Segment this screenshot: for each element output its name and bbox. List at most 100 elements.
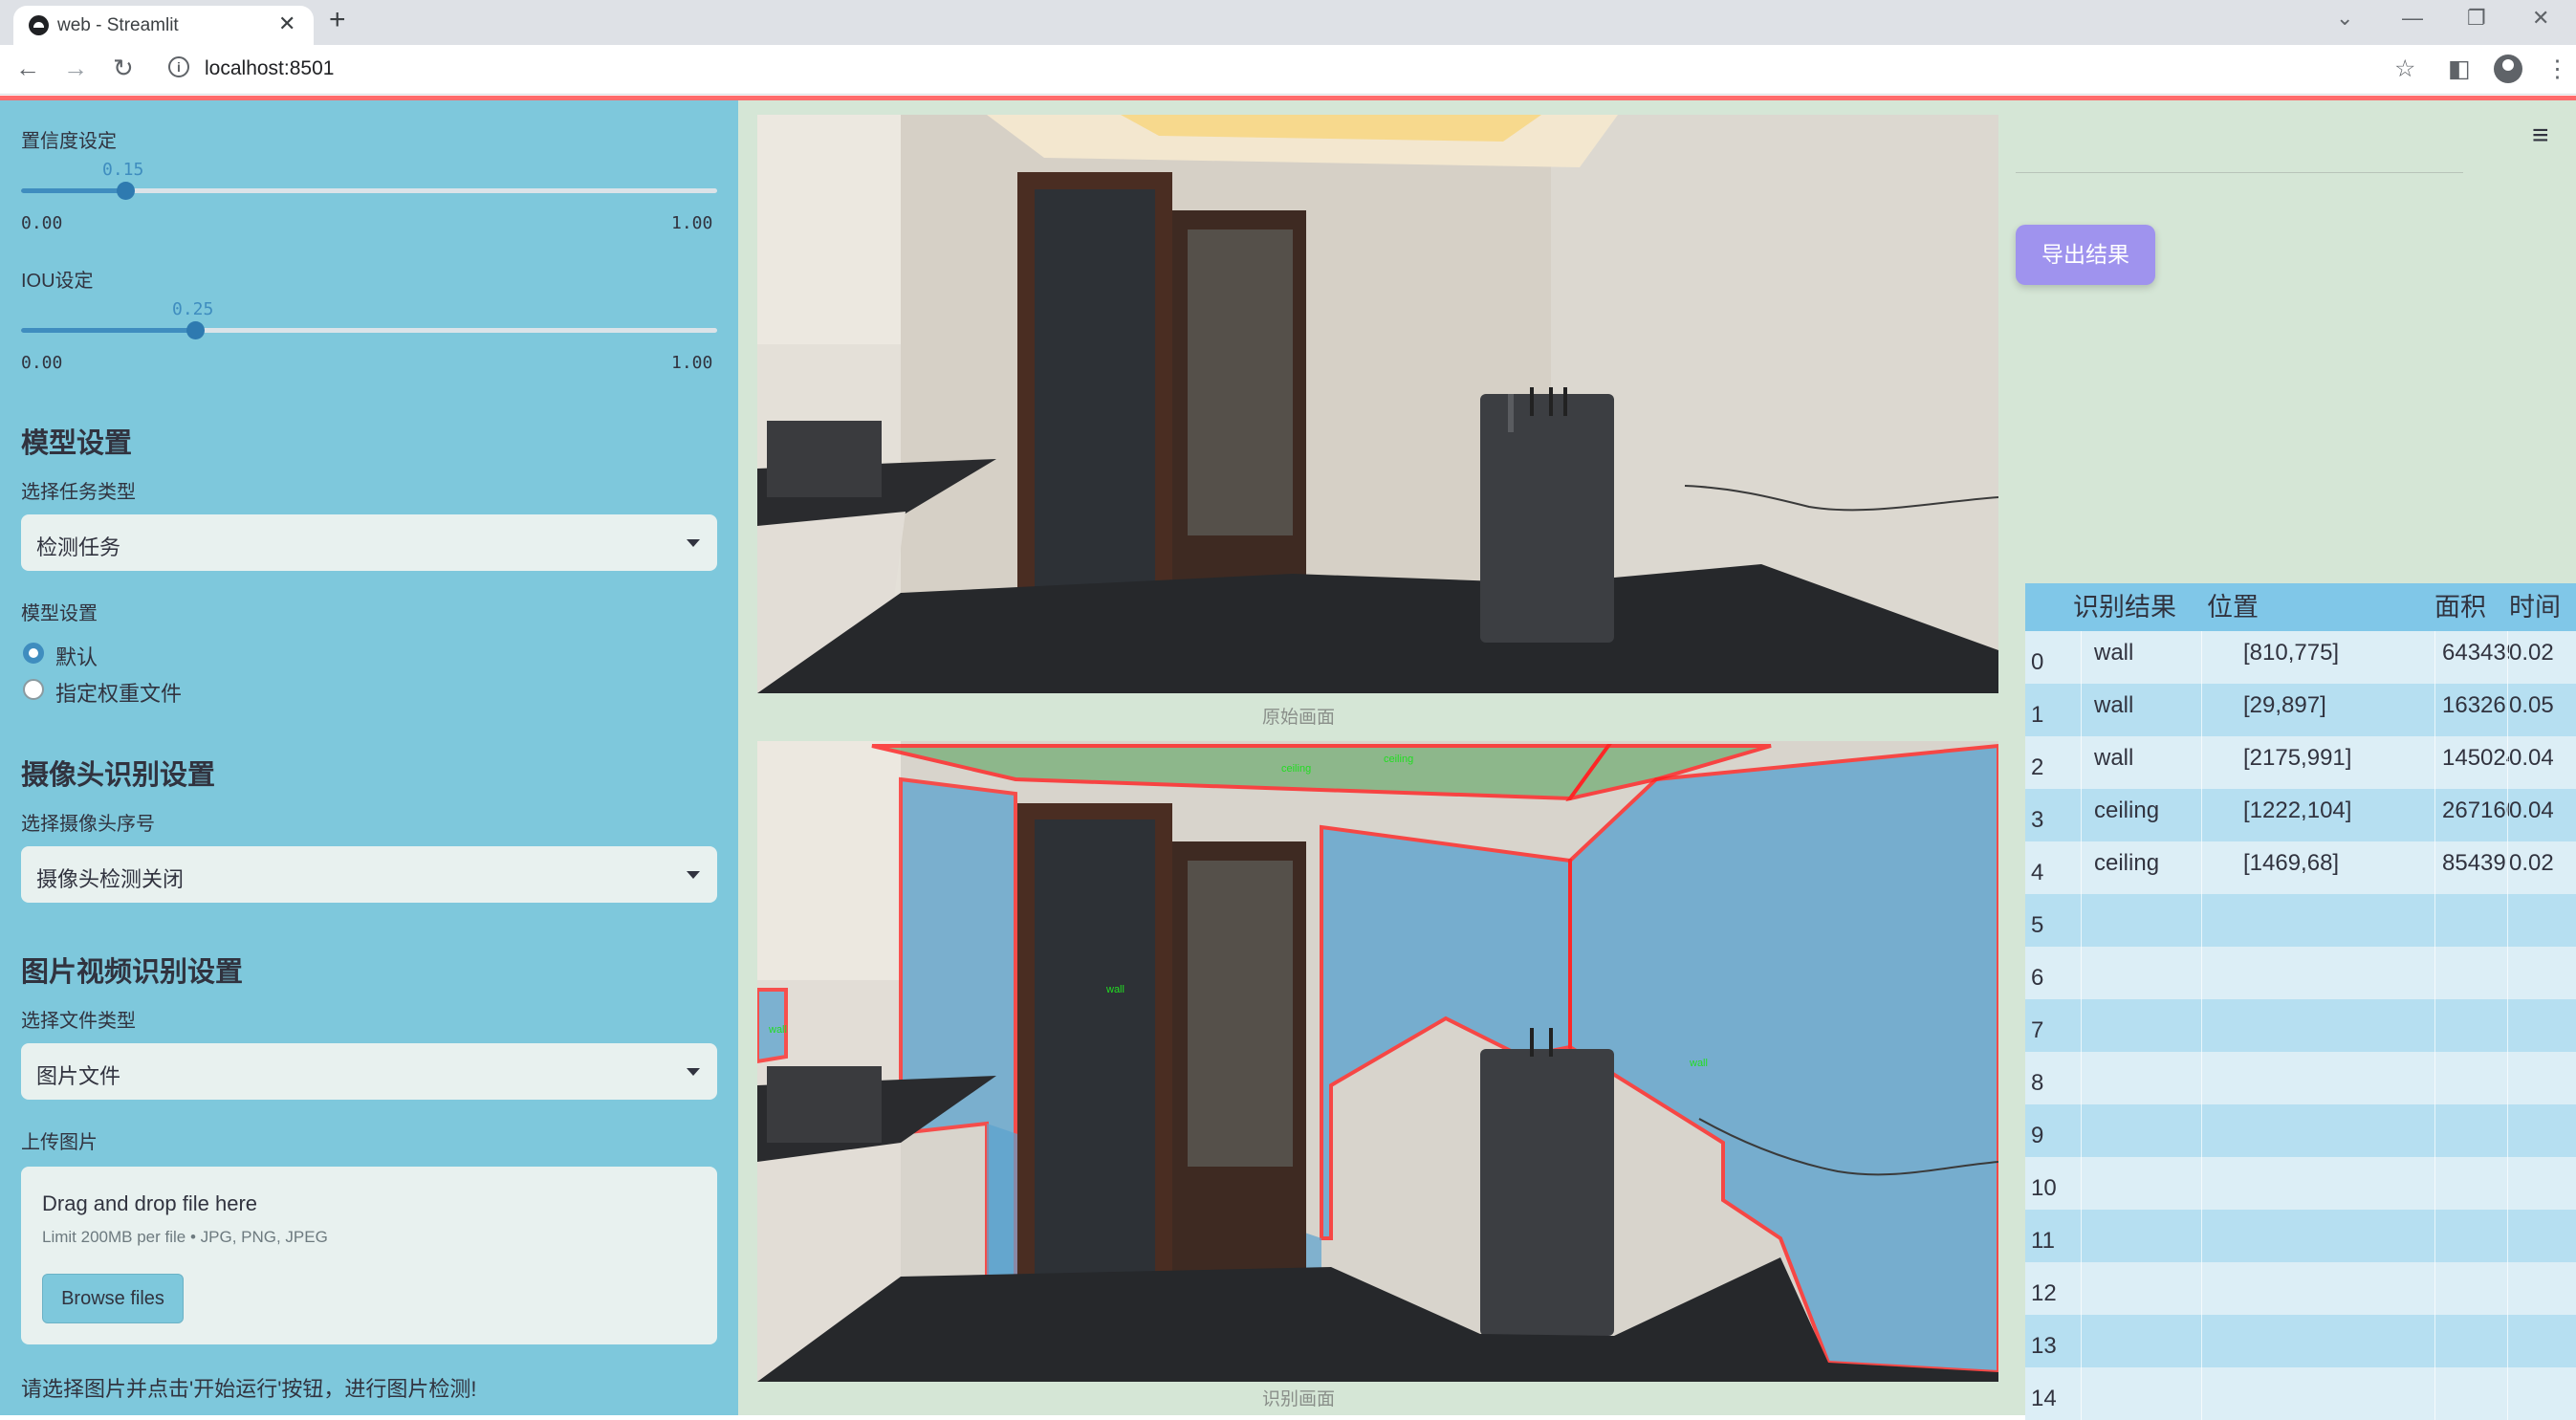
cell-position: [2175,991] <box>2243 745 2352 771</box>
cell-time <box>2509 1157 2576 1210</box>
reload-icon[interactable]: ↻ <box>113 54 134 83</box>
column-divider <box>2201 789 2202 841</box>
hamburger-menu-icon[interactable]: ≡ <box>2532 120 2549 152</box>
confidence-slider-thumb[interactable] <box>117 182 136 200</box>
result-caption: 识别画面 <box>1262 1389 1336 1409</box>
export-results-button[interactable]: 导出结果 <box>2016 225 2155 285</box>
table-row[interactable]: 9 <box>2025 1104 2576 1157</box>
cell-result <box>2094 1104 2199 1157</box>
address-bar[interactable]: localhost:8501 <box>205 57 334 80</box>
cell-time <box>2509 1262 2576 1315</box>
side-panel-icon[interactable]: ◧ <box>2448 55 2471 83</box>
browser-tab[interactable]: web - Streamlit ✕ <box>13 6 314 45</box>
table-row[interactable]: 11 <box>2025 1210 2576 1262</box>
browser-tab-bar: web - Streamlit ✕ + ⌄ — ❐ ✕ <box>0 0 2576 45</box>
tab-search-icon[interactable]: ⌄ <box>2336 6 2353 31</box>
table-row[interactable]: 6 <box>2025 947 2576 999</box>
header-area[interactable]: 面积 <box>2434 583 2501 631</box>
column-divider <box>2201 1104 2202 1157</box>
confidence-value: 0.15 <box>102 160 144 180</box>
column-divider <box>2201 1052 2202 1104</box>
column-divider <box>2081 684 2082 736</box>
column-divider <box>2507 1157 2508 1210</box>
browser-menu-icon[interactable]: ⋮ <box>2545 55 2569 83</box>
table-row[interactable]: 8 <box>2025 1052 2576 1104</box>
radio-custom-weights[interactable] <box>23 679 44 700</box>
camera-select[interactable]: 摄像头检测关闭 <box>21 846 717 903</box>
header-time[interactable]: 时间 <box>2509 583 2576 631</box>
cell-area <box>2442 1262 2509 1315</box>
row-index: 6 <box>2031 965 2044 991</box>
column-divider <box>2201 1262 2202 1315</box>
chevron-down-icon <box>687 1068 700 1076</box>
column-divider <box>2507 684 2508 736</box>
column-divider <box>2507 631 2508 684</box>
header-result[interactable]: 识别结果 <box>2073 583 2197 631</box>
column-divider <box>2434 736 2435 789</box>
instruction-hint: 请选择图片并点击'开始运行'按钮，进行图片检测! <box>21 1377 477 1401</box>
column-divider <box>2081 1052 2082 1104</box>
window-close-icon[interactable]: ✕ <box>2532 6 2549 31</box>
iou-slider[interactable] <box>21 321 717 339</box>
table-row[interactable]: 1 wall [29,897] 16326 0.05 <box>2025 684 2576 736</box>
forward-icon[interactable]: → <box>63 54 88 83</box>
row-index: 14 <box>2031 1386 2057 1411</box>
divider <box>2016 172 2463 173</box>
table-row[interactable]: 13 <box>2025 1315 2576 1367</box>
bookmark-star-icon[interactable]: ☆ <box>2394 55 2415 83</box>
cell-position <box>2243 999 2425 1052</box>
column-divider <box>2081 789 2082 841</box>
cell-area <box>2442 1210 2509 1262</box>
column-divider <box>2434 684 2435 736</box>
header-position[interactable]: 位置 <box>2207 583 2331 631</box>
cell-time: 0.02 <box>2509 640 2554 666</box>
column-divider <box>2434 631 2435 684</box>
iou-slider-thumb[interactable] <box>186 321 205 339</box>
close-tab-icon[interactable]: ✕ <box>278 11 295 36</box>
table-row[interactable]: 3 ceiling [1222,104] 2671600.04 <box>2025 789 2576 841</box>
table-row[interactable]: 12 <box>2025 1262 2576 1315</box>
cell-time <box>2509 1104 2576 1157</box>
cell-position <box>2243 1367 2425 1420</box>
cell-time: 0.02 <box>2509 850 2554 876</box>
column-divider <box>2081 1210 2082 1262</box>
column-divider <box>2081 841 2082 894</box>
profile-avatar-icon[interactable] <box>2494 55 2522 83</box>
column-divider <box>2507 1052 2508 1104</box>
minimize-icon[interactable]: — <box>2402 6 2423 31</box>
table-row[interactable]: 7 <box>2025 999 2576 1052</box>
header-index <box>2031 583 2069 631</box>
new-tab-icon[interactable]: + <box>329 4 346 36</box>
back-icon[interactable]: ← <box>15 54 40 83</box>
table-row[interactable]: 0 wall [810,775] 6434390.02 <box>2025 631 2576 684</box>
table-row[interactable]: 14 <box>2025 1367 2576 1420</box>
cell-area <box>2442 1367 2509 1420</box>
restore-icon[interactable]: ❐ <box>2467 6 2486 31</box>
cell-result <box>2094 1210 2199 1262</box>
cell-area: 643439 <box>2442 640 2509 666</box>
column-divider <box>2434 947 2435 999</box>
file-type-select[interactable]: 图片文件 <box>21 1043 717 1100</box>
cell-area <box>2442 1052 2509 1104</box>
file-dropzone[interactable]: Drag and drop file here Limit 200MB per … <box>21 1167 717 1344</box>
radio-default[interactable] <box>23 643 44 664</box>
cell-area: 16326 <box>2442 692 2506 718</box>
task-type-select[interactable]: 检测任务 <box>21 514 717 571</box>
site-info-icon[interactable]: i <box>168 56 189 77</box>
column-divider <box>2507 789 2508 841</box>
table-row[interactable]: 4 ceiling [1469,68] 85439 0.02 <box>2025 841 2576 894</box>
radio-custom-weights-label[interactable]: 指定权重文件 <box>55 677 182 708</box>
table-row[interactable]: 5 <box>2025 894 2576 947</box>
table-row[interactable]: 2 wall [2175,991] 14502460.04 <box>2025 736 2576 789</box>
cell-time <box>2509 1315 2576 1367</box>
confidence-min: 0.00 <box>21 213 63 233</box>
column-divider <box>2081 1262 2082 1315</box>
table-row[interactable]: 10 <box>2025 1157 2576 1210</box>
confidence-slider[interactable] <box>21 182 717 200</box>
column-divider <box>2434 1367 2435 1420</box>
browse-files-button[interactable]: Browse files <box>42 1274 184 1323</box>
radio-default-label[interactable]: 默认 <box>55 641 98 671</box>
iou-value: 0.25 <box>172 299 214 319</box>
column-divider <box>2201 1315 2202 1367</box>
column-divider <box>2434 894 2435 947</box>
